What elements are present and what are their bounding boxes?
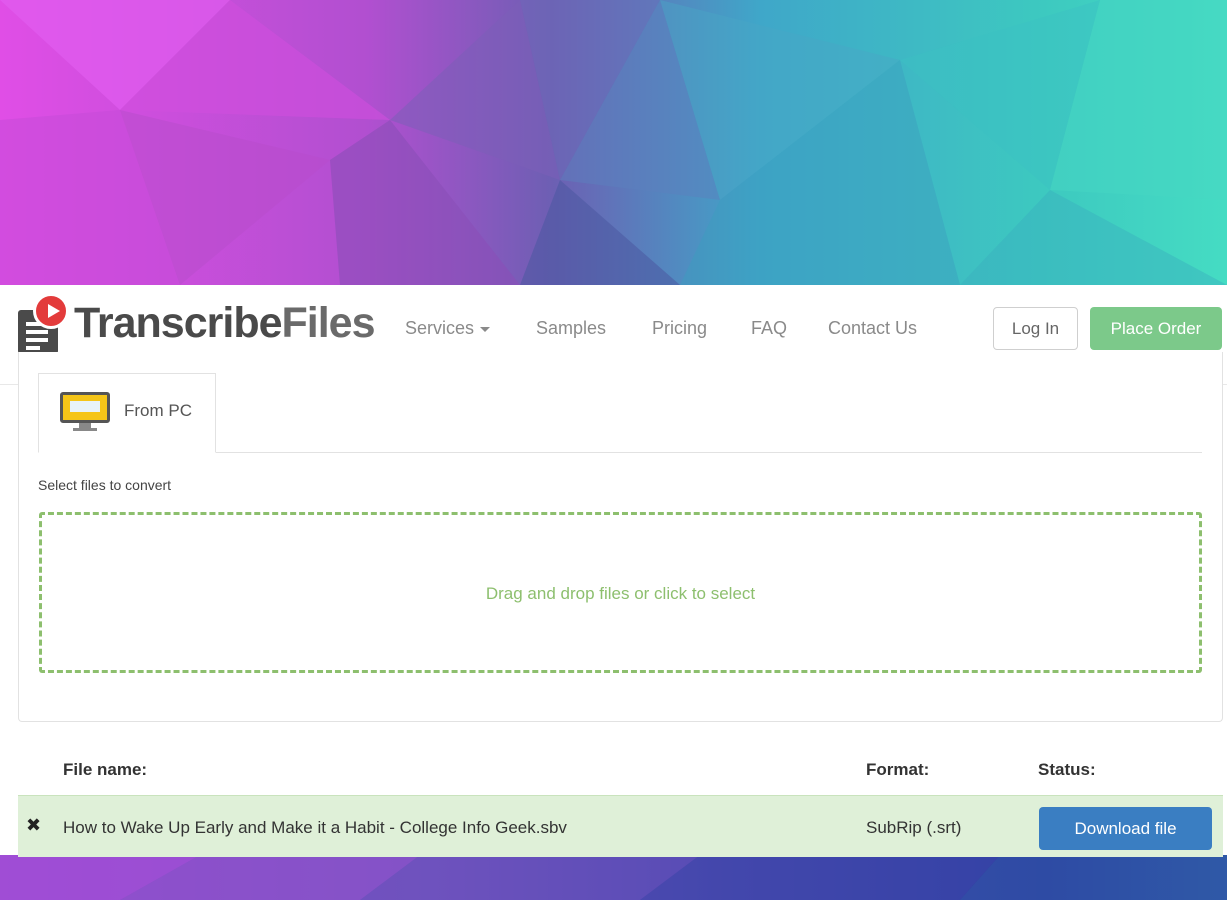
background-banner-bottom xyxy=(0,855,1227,900)
column-header-format: Format: xyxy=(866,760,930,779)
computer-monitor-icon xyxy=(60,392,110,432)
nav-services[interactable]: Services xyxy=(405,318,491,339)
file-name-cell: How to Wake Up Early and Make it a Habit… xyxy=(63,818,567,837)
select-files-label: Select files to convert xyxy=(38,477,172,493)
dropzone-text: Drag and drop files or click to select xyxy=(485,584,756,603)
logo-wordmark: TranscribeFiles xyxy=(74,299,376,348)
login-button[interactable]: Log In xyxy=(993,307,1078,350)
nav-pricing[interactable]: Pricing xyxy=(652,318,707,339)
logo-word-files: Files xyxy=(281,299,376,347)
nav-faq[interactable]: FAQ xyxy=(751,318,787,339)
nav-contact-us[interactable]: Contact Us xyxy=(828,318,917,339)
play-icon xyxy=(33,293,69,329)
remove-file-icon[interactable]: ✖ xyxy=(26,815,41,836)
column-header-file-name: File name: xyxy=(63,760,148,779)
logo-word-transcribe: Transcribe xyxy=(74,299,282,347)
file-dropzone[interactable]: Drag and drop files or click to select xyxy=(39,512,1202,673)
download-file-button[interactable]: Download file xyxy=(1039,807,1212,850)
background-banner-top xyxy=(0,0,1227,285)
place-order-button[interactable]: Place Order xyxy=(1090,307,1222,350)
nav-services-label: Services xyxy=(405,318,475,338)
transcribefiles-logo[interactable]: TranscribeFiles xyxy=(18,293,378,355)
caret-down-icon xyxy=(480,326,491,332)
format-cell: SubRip (.srt) xyxy=(866,818,962,837)
tab-from-pc-label: From PC xyxy=(124,401,192,420)
nav-samples[interactable]: Samples xyxy=(536,318,606,339)
column-header-status: Status: xyxy=(1038,760,1096,779)
